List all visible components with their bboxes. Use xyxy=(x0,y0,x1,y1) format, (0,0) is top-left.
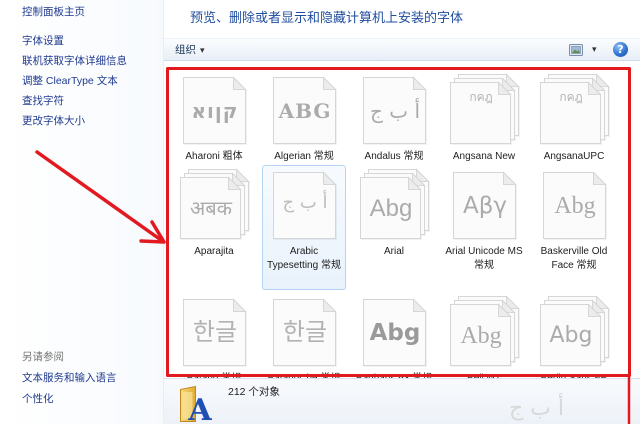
font-file-icon: Abg xyxy=(447,295,521,367)
chevron-down-icon: ▾ xyxy=(200,46,205,56)
font-file-icon: أ ب ج xyxy=(357,73,431,145)
task-links: 字体设置 联机获取字体详细信息 调整 ClearType 文本 查找字符 更改字… xyxy=(22,31,127,131)
font-file-icon: 한글 xyxy=(177,295,251,367)
font-file-icon: אוןק xyxy=(177,73,251,145)
change-view-icon[interactable] xyxy=(569,44,583,56)
font-preview-glyphs: กคฎ xyxy=(559,90,583,104)
font-preview-glyphs: أ ب ج xyxy=(369,99,420,123)
font-name-label: Aharoni 粗体 xyxy=(185,151,243,162)
font-name-label: Arial Unicode MS 常规 xyxy=(445,246,523,271)
font-item[interactable]: Abg Arial xyxy=(352,165,436,290)
font-grid: אוןק Aharoni 粗体 ABG Algerian 常规 أ ب ج An… xyxy=(169,70,629,378)
font-file-icon: Abg xyxy=(537,168,611,240)
font-preview-glyphs: أ ب ج xyxy=(282,192,328,213)
fonts-folder-icon: A xyxy=(180,385,212,423)
selected-font-preview: أ ب ج xyxy=(509,396,565,421)
font-item[interactable]: अबक Aparajita xyxy=(172,165,256,290)
help-icon[interactable]: ? xyxy=(613,42,628,57)
font-name-label: AngsanaUPC xyxy=(543,151,605,162)
font-item[interactable]: Abg Berlin Sans FB xyxy=(532,292,616,378)
font-preview-glyphs: Abg xyxy=(369,194,413,222)
adjust-cleartype-link[interactable]: 调整 ClearType 文本 xyxy=(22,71,127,91)
font-preview-glyphs: 한글 xyxy=(192,319,238,346)
font-item[interactable]: Abg Bauhaus 93 常规 xyxy=(352,292,436,378)
font-preview-glyphs: Abg xyxy=(369,319,421,346)
details-pane: A 212 个对象 أ ب ج xyxy=(164,378,640,424)
font-preview-glyphs: 한글 xyxy=(282,319,328,346)
font-name-label: Andalus 常规 xyxy=(364,151,424,162)
font-item[interactable]: Abg Bell MT xyxy=(442,292,526,378)
font-preview-glyphs: กคฎ xyxy=(469,90,493,104)
font-name-label: Arabic Typesetting 常规 xyxy=(267,246,341,271)
font-item[interactable]: 한글 BatangChe 常规 xyxy=(262,292,346,378)
font-file-icon: अबक xyxy=(177,168,251,240)
font-preview-glyphs: Abg xyxy=(554,193,596,219)
page-title: 预览、删除或者显示和隐藏计算机上安装的字体 xyxy=(190,10,464,25)
font-file-icon: أ ب ج xyxy=(267,168,341,240)
font-file-icon: Αβγ xyxy=(447,168,521,240)
font-item[interactable]: Αβγ Arial Unicode MS 常规 xyxy=(442,165,526,290)
find-character-link[interactable]: 查找字符 xyxy=(22,91,127,111)
font-preview-glyphs: अबक xyxy=(189,197,233,220)
view-options-dropdown[interactable]: ▾ xyxy=(592,43,597,57)
see-also-heading: 另请参阅 xyxy=(22,351,64,363)
see-also-links: 文本服务和输入语言 个性化 xyxy=(22,368,117,410)
command-bar: 组织 ▾ ▾ ? xyxy=(164,38,640,61)
font-file-icon: กคฎ xyxy=(537,73,611,145)
font-name-label: Baskerville Old Face 常规 xyxy=(540,246,608,271)
font-preview-glyphs: ABG xyxy=(278,99,332,123)
font-preview-glyphs: Abg xyxy=(460,322,502,349)
font-preview-glyphs: Αβγ xyxy=(462,192,508,219)
font-preview-glyphs: אוןק xyxy=(191,99,239,123)
font-file-icon: Abg xyxy=(537,295,611,367)
font-item[interactable]: ABG Algerian 常规 xyxy=(262,70,346,163)
font-item[interactable]: กคฎ Angsana New xyxy=(442,70,526,163)
control-panel-home-link[interactable]: 控制面板主页 xyxy=(22,5,85,19)
change-font-size-link[interactable]: 更改字体大小 xyxy=(22,111,127,131)
organize-label: 组织 xyxy=(175,44,196,56)
font-file-icon: Abg xyxy=(357,295,431,367)
font-name-label: Aparajita xyxy=(194,246,234,257)
font-item[interactable]: 한글 Batang 常规 xyxy=(172,292,256,378)
font-item[interactable]: أ ب ج Andalus 常规 xyxy=(352,70,436,163)
sidebar: 控制面板主页 字体设置 联机获取字体详细信息 调整 ClearType 文本 查… xyxy=(0,0,164,424)
text-services-link[interactable]: 文本服务和输入语言 xyxy=(22,368,117,389)
item-count: 212 个对象 xyxy=(228,386,280,398)
font-item[interactable]: אוןק Aharoni 粗体 xyxy=(172,70,256,163)
personalization-link[interactable]: 个性化 xyxy=(22,389,117,410)
font-file-icon: Abg xyxy=(357,168,431,240)
font-name-label: Algerian 常规 xyxy=(274,151,334,162)
font-item[interactable]: Abg Baskerville Old Face 常规 xyxy=(532,165,616,290)
organize-button[interactable]: 组织 ▾ xyxy=(175,43,205,58)
font-settings-link[interactable]: 字体设置 xyxy=(22,31,127,51)
font-name-label: Arial xyxy=(383,246,404,257)
get-font-info-online-link[interactable]: 联机获取字体详细信息 xyxy=(22,51,127,71)
fonts-folder-letter: A xyxy=(187,393,212,423)
font-item[interactable]: أ ب ج Arabic Typesetting 常规 xyxy=(262,165,346,290)
font-name-label: Angsana New xyxy=(452,151,516,162)
font-file-icon: 한글 xyxy=(267,295,341,367)
font-item[interactable]: กคฎ AngsanaUPC xyxy=(532,70,616,163)
font-file-icon: กคฎ xyxy=(447,73,521,145)
font-file-icon: ABG xyxy=(267,73,341,145)
font-preview-glyphs: Abg xyxy=(549,322,593,348)
